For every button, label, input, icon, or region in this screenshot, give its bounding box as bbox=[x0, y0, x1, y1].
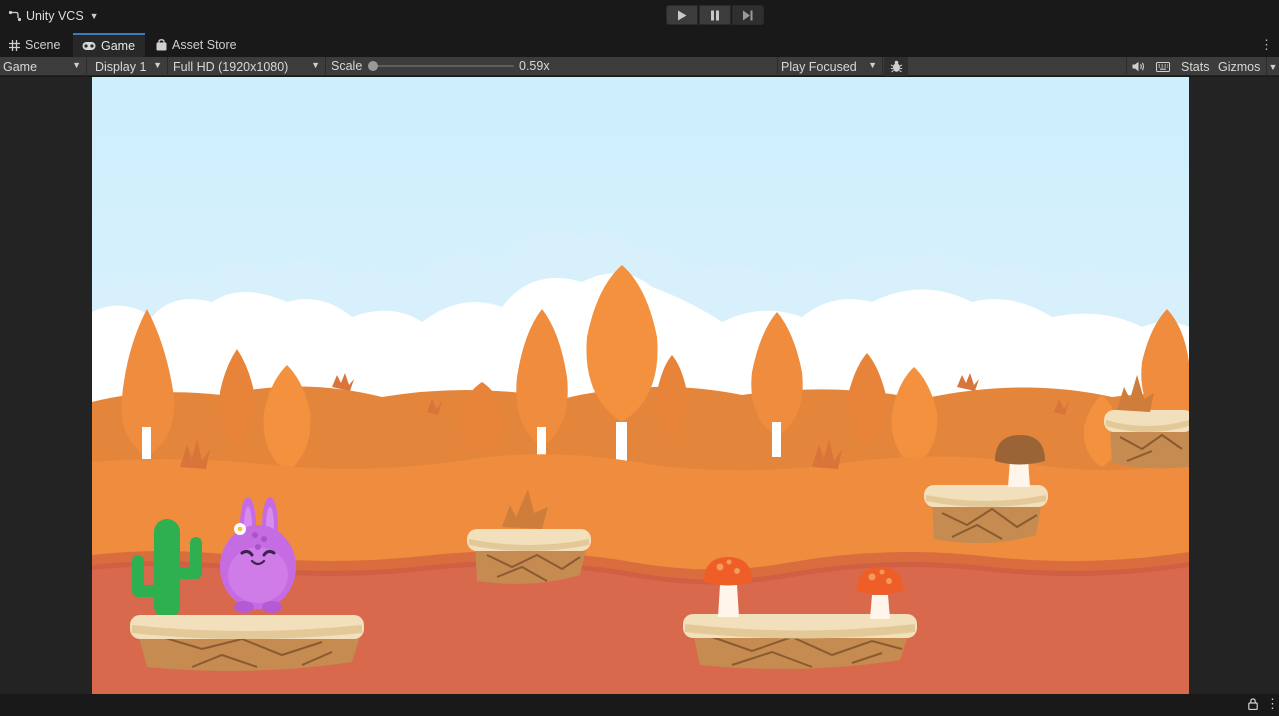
chevron-down-icon: ▼ bbox=[153, 60, 162, 70]
gizmos-button[interactable]: Gizmos bbox=[1218, 57, 1260, 76]
view-mode-dropdown[interactable]: Game ▼ bbox=[0, 57, 87, 76]
step-button[interactable] bbox=[732, 5, 764, 25]
pause-icon bbox=[711, 10, 719, 20]
vcs-branch-icon bbox=[8, 10, 22, 22]
platform bbox=[924, 485, 1048, 544]
vcs-label: Unity VCS bbox=[26, 9, 84, 23]
shortcuts-toggle[interactable] bbox=[1151, 57, 1175, 76]
speaker-icon bbox=[1132, 61, 1144, 72]
stats-button[interactable]: Stats bbox=[1181, 57, 1210, 76]
more-vertical-icon[interactable]: ⋮ bbox=[1266, 696, 1279, 712]
scale-label: Scale bbox=[331, 59, 363, 73]
play-controls bbox=[666, 5, 764, 25]
scale-slider-handle[interactable] bbox=[368, 61, 378, 71]
display-label: Display 1 bbox=[95, 59, 147, 74]
step-icon bbox=[743, 10, 753, 20]
bag-icon bbox=[156, 39, 167, 51]
keyboard-icon bbox=[1156, 61, 1170, 72]
chevron-down-icon: ▼ bbox=[1268, 61, 1278, 72]
tab-label: Scene bbox=[25, 38, 61, 52]
play-icon bbox=[678, 10, 687, 20]
play-mode-dropdown[interactable]: Play Focused ▼ bbox=[777, 57, 883, 76]
game-view-area bbox=[0, 77, 1279, 694]
pause-button[interactable] bbox=[699, 5, 731, 25]
tab-game[interactable]: Game bbox=[73, 33, 145, 57]
play-button[interactable] bbox=[666, 5, 698, 25]
mute-audio-toggle[interactable] bbox=[1126, 57, 1150, 76]
more-vertical-icon[interactable]: ⋮ bbox=[1260, 37, 1273, 53]
tab-asset-store[interactable]: Asset Store bbox=[147, 33, 246, 57]
scale-slider-track bbox=[370, 65, 514, 67]
play-mode-label: Play Focused bbox=[781, 59, 857, 74]
display-dropdown[interactable]: Display 1 ▼ bbox=[92, 57, 168, 76]
chevron-down-icon: ▼ bbox=[311, 60, 320, 70]
bug-icon bbox=[890, 60, 902, 73]
tab-scene[interactable]: Scene bbox=[0, 33, 69, 57]
resolution-label: Full HD (1920x1080) bbox=[173, 59, 289, 74]
chevron-down-icon: ▼ bbox=[868, 60, 877, 70]
gizmos-dropdown[interactable]: ▼ bbox=[1266, 57, 1279, 76]
status-bar: ⋮ bbox=[0, 694, 1279, 716]
platform bbox=[683, 614, 917, 669]
scale-slider[interactable] bbox=[368, 60, 514, 72]
chevron-down-icon: ▼ bbox=[89, 11, 99, 21]
gamepad-icon bbox=[82, 42, 96, 50]
vcs-dropdown[interactable]: Unity VCS ▼ bbox=[8, 7, 99, 25]
tab-strip: Scene Game Asset Store ⋮ bbox=[0, 33, 1279, 57]
lock-icon[interactable] bbox=[1248, 698, 1258, 710]
scale-value: 0.59x bbox=[519, 59, 550, 73]
tab-label: Asset Store bbox=[172, 38, 237, 52]
grid-icon bbox=[9, 39, 20, 51]
debug-toggle[interactable] bbox=[884, 57, 908, 76]
resolution-dropdown[interactable]: Full HD (1920x1080) ▼ bbox=[170, 57, 326, 76]
game-viewport[interactable] bbox=[92, 77, 1189, 694]
game-view-toolbar: Game ▼ Display 1 ▼ Full HD (1920x1080) ▼… bbox=[0, 57, 1279, 76]
game-scene bbox=[92, 77, 1189, 694]
platform bbox=[130, 615, 364, 671]
chevron-down-icon: ▼ bbox=[72, 60, 81, 70]
tab-label: Game bbox=[101, 39, 136, 53]
top-toolbar: Unity VCS ▼ bbox=[0, 0, 1279, 31]
view-mode-label: Game bbox=[3, 59, 38, 74]
